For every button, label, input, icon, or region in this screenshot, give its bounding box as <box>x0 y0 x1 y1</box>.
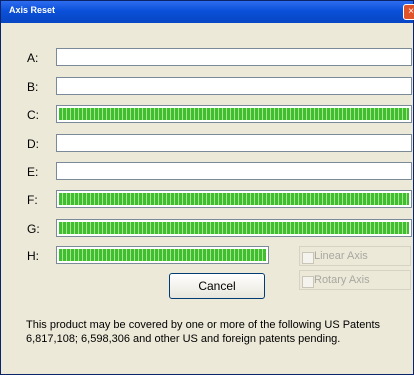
axis-label: G: <box>27 222 40 236</box>
axis-label: D: <box>27 137 39 151</box>
window-title: Axis Reset <box>9 5 56 15</box>
axis-row-c: C: <box>1 105 414 125</box>
axis-progress-bar <box>56 134 412 152</box>
axis-label: F: <box>27 193 38 207</box>
cancel-button[interactable]: Cancel <box>169 273 265 299</box>
axis-reset-dialog: Axis Reset × A: B: C: D: E: F: G: H: Lin… <box>0 0 414 375</box>
patent-notice: This product may be covered by one or mo… <box>26 319 381 345</box>
axis-label: C: <box>27 108 39 122</box>
axis-row-g: G: <box>1 219 414 239</box>
axis-label: A: <box>27 51 39 65</box>
axis-progress-bar <box>56 246 269 264</box>
title-bar[interactable]: Axis Reset × <box>1 1 414 23</box>
axis-progress-bar <box>56 48 412 66</box>
linear-axis-label: Linear Axis <box>314 250 368 262</box>
axis-row-a: A: <box>1 48 414 68</box>
close-icon: × <box>408 6 414 17</box>
rotary-axis-checkbox[interactable]: Rotary Axis <box>299 270 411 290</box>
linear-axis-checkbox[interactable]: Linear Axis <box>299 246 411 266</box>
axis-row-b: B: <box>1 77 414 97</box>
axis-row-e: E: <box>1 162 414 182</box>
axis-label: H: <box>27 249 39 263</box>
checkbox-icon <box>302 276 314 288</box>
axis-progress-fill <box>59 108 409 120</box>
axis-progress-bar <box>56 219 412 237</box>
axis-progress-bar <box>56 162 412 180</box>
axis-row-f: F: <box>1 190 414 210</box>
axis-progress-fill <box>59 249 266 261</box>
checkbox-icon <box>302 252 314 264</box>
axis-progress-bar <box>56 77 412 95</box>
axis-progress-fill <box>59 222 409 234</box>
close-button[interactable]: × <box>403 4 414 20</box>
axis-row-d: D: <box>1 134 414 154</box>
axis-label: E: <box>27 165 39 179</box>
axis-progress-fill <box>59 193 409 205</box>
axis-progress-bar <box>56 190 412 208</box>
axis-label: B: <box>27 80 39 94</box>
rotary-axis-label: Rotary Axis <box>314 274 370 286</box>
axis-progress-bar <box>56 105 412 123</box>
